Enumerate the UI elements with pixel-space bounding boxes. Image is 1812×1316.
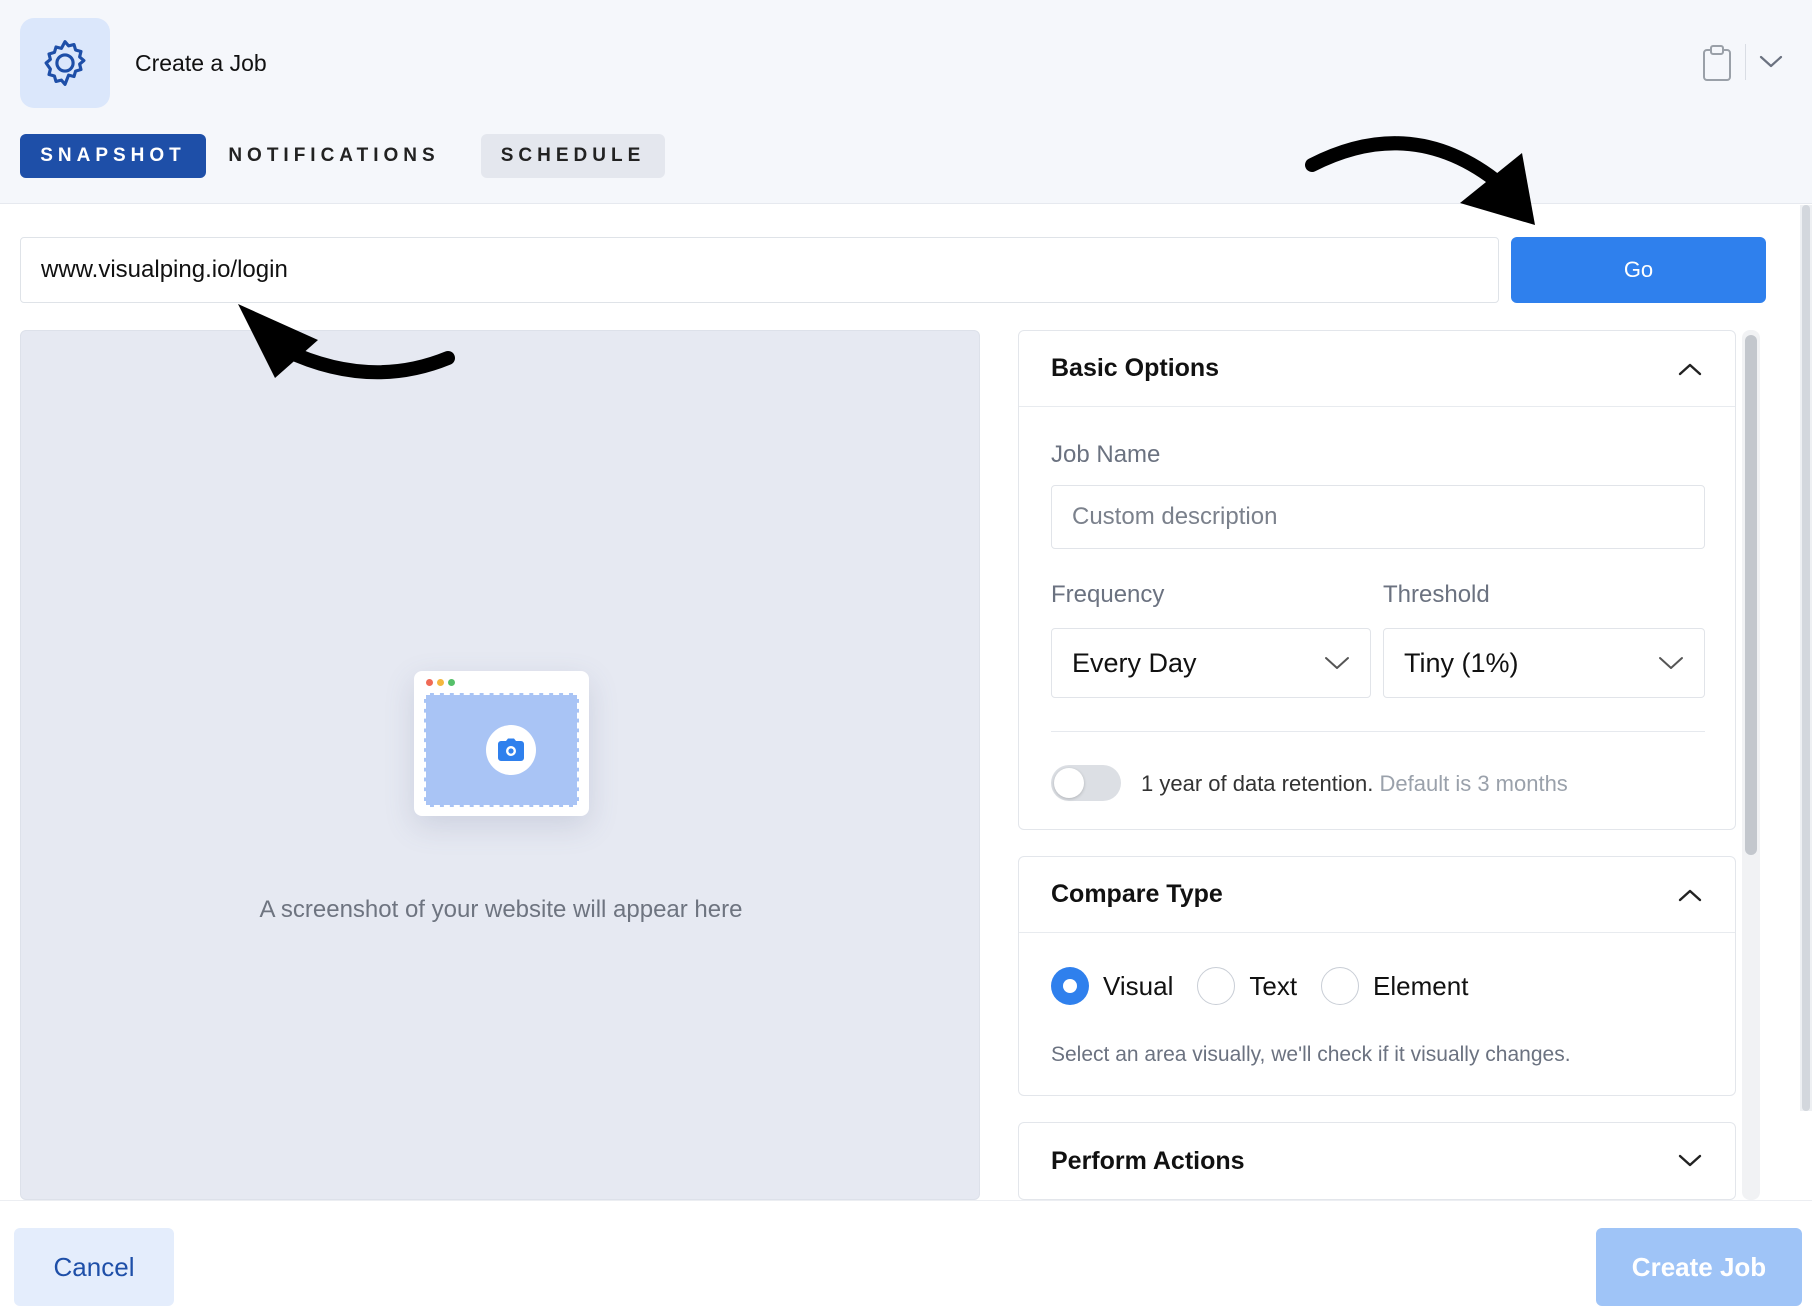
radio-text[interactable]: Text	[1197, 967, 1297, 1005]
screenshot-area	[424, 693, 579, 807]
camera-icon	[498, 738, 524, 761]
camera-badge	[486, 725, 536, 775]
radio-visual[interactable]: Visual	[1051, 967, 1173, 1005]
compare-type-title: Compare Type	[1051, 880, 1223, 908]
job-name-label: Job Name	[1051, 441, 1161, 468]
threshold-select[interactable]: Tiny (1%)	[1383, 628, 1705, 698]
frequency-label: Frequency	[1051, 581, 1165, 608]
options-scrollbar[interactable]	[1742, 330, 1760, 1200]
gear-icon	[44, 40, 86, 86]
footer: Cancel Create Job	[0, 1200, 1812, 1316]
chevron-down-icon[interactable]	[1758, 52, 1784, 70]
chevron-up-icon[interactable]	[1677, 360, 1703, 378]
window-dot-yellow	[437, 679, 444, 686]
radio-text-label: Text	[1249, 970, 1298, 1001]
url-input[interactable]	[20, 237, 1499, 303]
clipboard-icon[interactable]	[1702, 44, 1732, 82]
basic-options-title: Basic Options	[1051, 354, 1220, 382]
page-title: Create a Job	[135, 50, 267, 76]
threshold-label: Threshold	[1383, 581, 1490, 608]
basic-options-header[interactable]: Basic Options	[1019, 331, 1735, 407]
job-name-input[interactable]	[1051, 485, 1705, 549]
compare-type-panel: Compare Type Visual Text Element Select …	[1018, 856, 1736, 1096]
retention-default-note: Default is 3 months	[1379, 771, 1568, 796]
go-button[interactable]: Go	[1511, 237, 1766, 303]
data-retention-text: 1 year of data retention. Default is 3 m…	[1141, 771, 1568, 797]
header-divider	[1745, 44, 1746, 80]
chevron-down-icon	[1325, 657, 1349, 669]
frequency-value: Every Day	[1072, 647, 1197, 678]
window-dot-red	[426, 679, 433, 686]
perform-actions-panel: Perform Actions	[1018, 1122, 1736, 1200]
perform-actions-header[interactable]: Perform Actions	[1019, 1123, 1735, 1199]
compare-type-header[interactable]: Compare Type	[1019, 857, 1735, 933]
tab-schedule[interactable]: SCHEDULE	[481, 134, 665, 178]
tab-snapshot[interactable]: SNAPSHOT	[20, 134, 206, 178]
perform-actions-title: Perform Actions	[1051, 1146, 1245, 1175]
radio-text-circle[interactable]	[1197, 967, 1236, 1005]
page-scrollbar[interactable]	[1800, 205, 1812, 1111]
page-scrollbar-thumb[interactable]	[1802, 205, 1810, 1111]
tab-notifications[interactable]: NOTIFICATIONS	[224, 134, 444, 178]
basic-options-panel: Basic Options Job Name Frequency Every D…	[1018, 330, 1736, 830]
retention-label: 1 year of data retention.	[1141, 771, 1374, 796]
toggle-knob	[1054, 768, 1084, 798]
radio-visual-circle[interactable]	[1051, 967, 1089, 1005]
settings-button[interactable]	[20, 18, 110, 108]
header: Create a Job SNAPSHOT NOTIFICATIONS SCHE…	[0, 0, 1812, 204]
options-divider	[1051, 731, 1705, 732]
chevron-down-icon[interactable]	[1677, 1152, 1703, 1170]
browser-illustration	[414, 671, 589, 816]
chevron-up-icon[interactable]	[1677, 886, 1703, 904]
chevron-down-icon	[1659, 657, 1683, 669]
compare-type-description: Select an area visually, we'll check if …	[1051, 1043, 1571, 1066]
preview-caption: A screenshot of your website will appear…	[259, 896, 743, 923]
cancel-button[interactable]: Cancel	[14, 1228, 174, 1306]
data-retention-toggle[interactable]	[1051, 765, 1121, 801]
window-dot-green	[448, 679, 455, 686]
radio-element-circle[interactable]	[1321, 967, 1360, 1005]
radio-element-label: Element	[1373, 970, 1469, 1001]
compare-type-options: Visual Text Element	[1051, 967, 1492, 1005]
radio-visual-label: Visual	[1103, 970, 1174, 1001]
threshold-value: Tiny (1%)	[1404, 647, 1519, 678]
options-scrollbar-thumb[interactable]	[1745, 335, 1757, 855]
frequency-select[interactable]: Every Day	[1051, 628, 1371, 698]
screenshot-preview: A screenshot of your website will appear…	[20, 330, 980, 1200]
create-job-button[interactable]: Create Job	[1596, 1228, 1802, 1306]
radio-element[interactable]: Element	[1321, 967, 1468, 1005]
